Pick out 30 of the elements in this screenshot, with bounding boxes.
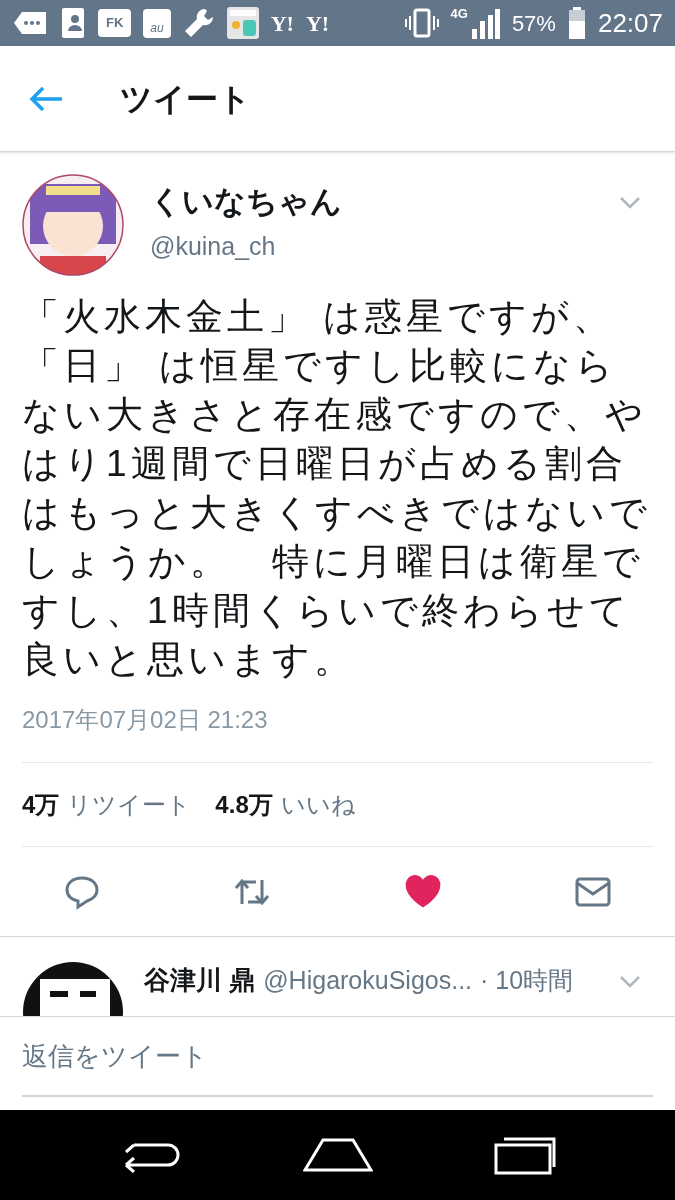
signal-icon [469, 7, 500, 39]
reply-user-name: 谷津川 鼎 [144, 964, 256, 997]
tweet-text: 「火水木金土」 は惑星ですが、 [22, 295, 616, 339]
tweet-timestamp: 2017年07月02日 21:23 [22, 705, 269, 735]
page-title: ツイート [120, 79, 251, 119]
heart-icon[interactable] [404, 873, 441, 910]
clock-time: 22:07 [597, 6, 663, 40]
vibrate-icon [404, 8, 439, 38]
folder-icon: FK [98, 9, 132, 37]
battery-percent: 57% [511, 9, 556, 38]
tweet-text: 「日」 は恒星ですし比較にならない大きさと存在感ですので、やはり1週間で日曜日が占める割合はもっと大きくすべきではないでしょうか。 特に月曜日は衛星ですし、1時間くらいで終わらせて良いと思います。 [22, 344, 652, 682]
app-logo: Y! [305, 9, 330, 38]
home-icon[interactable] [302, 1138, 373, 1172]
stat-label[interactable]: リツイート [67, 786, 192, 823]
user-handle: @kuina_ch [150, 231, 277, 262]
user-name: くいなちゃん [150, 183, 343, 221]
reply-user-handle: @HigarokuSigos... [263, 965, 473, 996]
stat-count: 4万 [22, 789, 60, 820]
app-logo: Y! [270, 9, 294, 38]
network-type: 4G [450, 5, 468, 23]
stat-label[interactable]: いいね [280, 786, 356, 823]
battery-icon [567, 7, 586, 39]
stat-count: 4.8万 [215, 789, 273, 820]
contacts-icon [60, 7, 86, 39]
reply-time: · 10時間 [480, 965, 574, 996]
mail-icon: au [143, 8, 171, 38]
back-arrow-icon[interactable] [28, 84, 64, 113]
news-app-icon [226, 7, 259, 39]
reply-input-field[interactable]: 返信をツイート [22, 1017, 653, 1097]
more-notifications-icon [12, 10, 48, 36]
